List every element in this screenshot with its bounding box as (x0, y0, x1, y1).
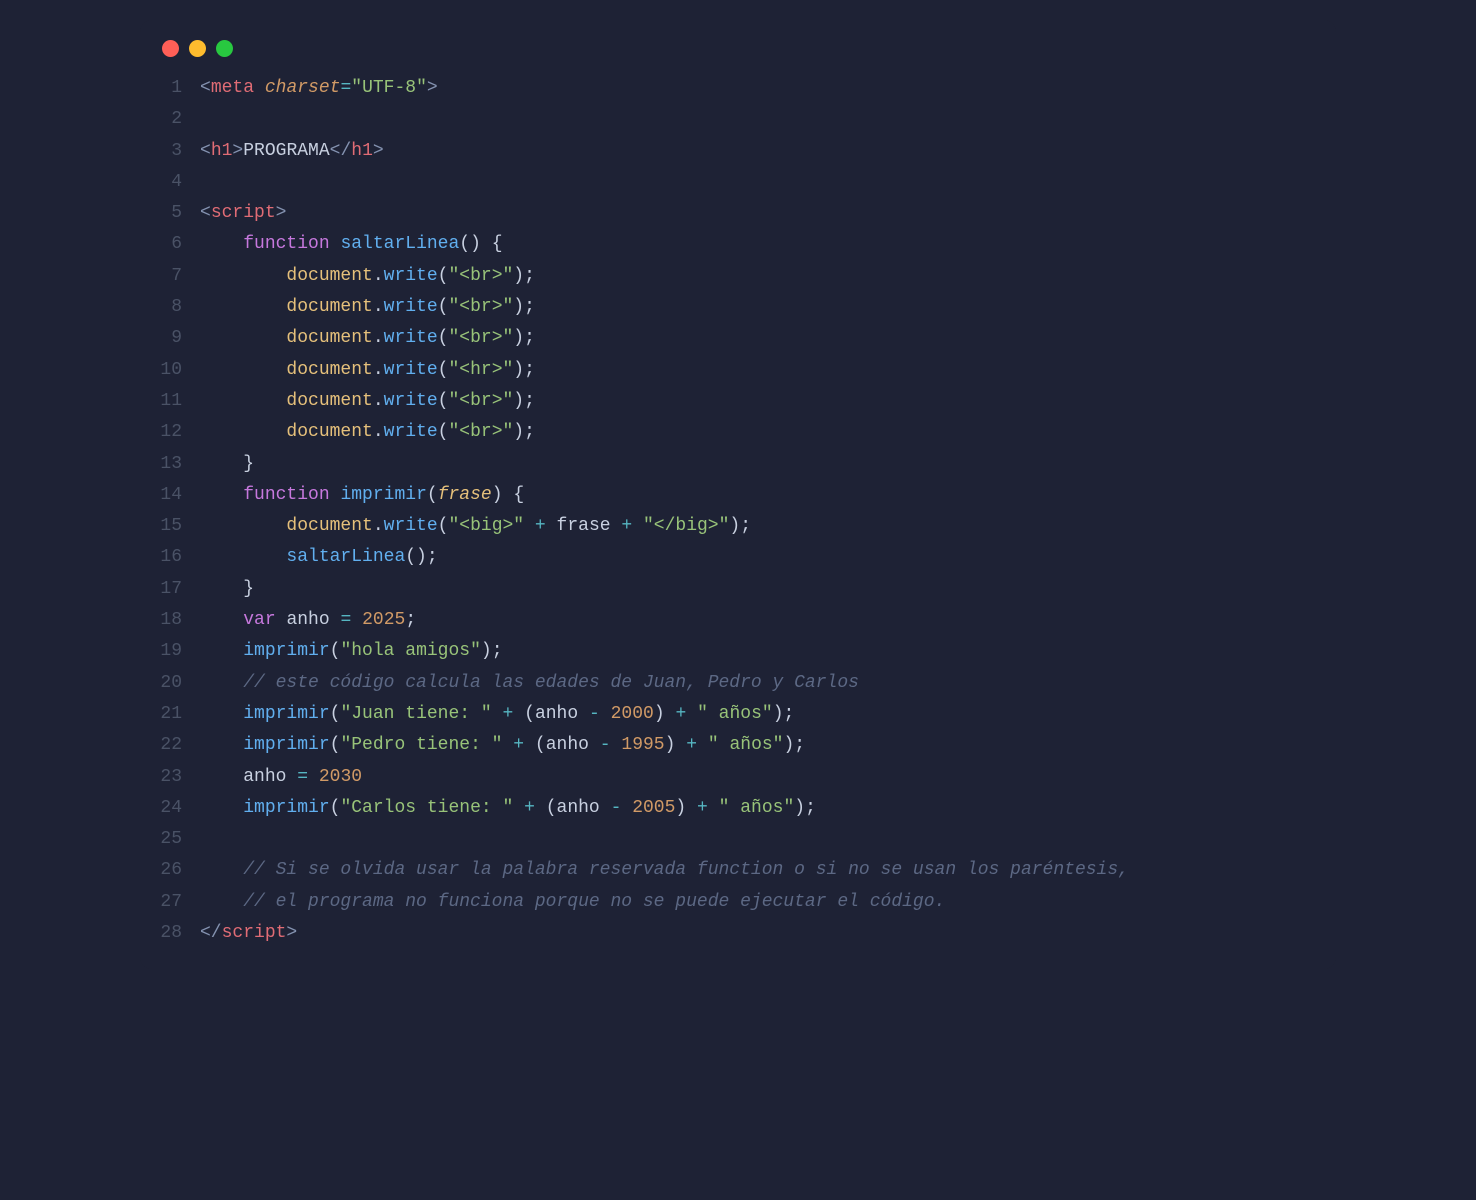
code-line[interactable]: var anho = 2025; (200, 605, 1129, 636)
code-line[interactable]: document.write("<br>"); (200, 323, 1129, 354)
line-number: 11 (148, 386, 182, 417)
code-line[interactable]: saltarLinea(); (200, 542, 1129, 573)
code-line[interactable]: document.write("<br>"); (200, 261, 1129, 292)
line-number: 18 (148, 605, 182, 636)
code-line[interactable]: // el programa no funciona porque no se … (200, 887, 1129, 918)
line-number: 26 (148, 855, 182, 886)
editor-window: 1 2 3 4 5 6 7 8 9 10 11 12 13 14 15 16 1… (140, 20, 1336, 969)
line-number: 23 (148, 762, 182, 793)
line-number: 9 (148, 323, 182, 354)
line-number: 6 (148, 229, 182, 260)
code-line[interactable]: document.write("<br>"); (200, 386, 1129, 417)
code-line[interactable]: </script> (200, 918, 1129, 949)
code-line[interactable]: <script> (200, 198, 1129, 229)
code-lines[interactable]: <meta charset="UTF-8"> <h1>PROGRAMA</h1>… (200, 73, 1129, 949)
line-number: 7 (148, 261, 182, 292)
line-number: 5 (148, 198, 182, 229)
close-icon[interactable] (162, 40, 179, 57)
line-number: 17 (148, 574, 182, 605)
code-line[interactable]: imprimir("hola amigos"); (200, 636, 1129, 667)
code-line[interactable]: document.write("<br>"); (200, 292, 1129, 323)
line-number: 15 (148, 511, 182, 542)
line-number: 10 (148, 355, 182, 386)
line-number: 2 (148, 104, 182, 135)
code-line[interactable]: imprimir("Pedro tiene: " + (anho - 1995)… (200, 730, 1129, 761)
line-number: 12 (148, 417, 182, 448)
code-line[interactable]: imprimir("Carlos tiene: " + (anho - 2005… (200, 793, 1129, 824)
line-number: 24 (148, 793, 182, 824)
code-line[interactable]: imprimir("Juan tiene: " + (anho - 2000) … (200, 699, 1129, 730)
zoom-icon[interactable] (216, 40, 233, 57)
line-number: 22 (148, 730, 182, 761)
code-line[interactable]: document.write("<big>" + frase + "</big>… (200, 511, 1129, 542)
line-number: 20 (148, 668, 182, 699)
code-line[interactable]: <h1>PROGRAMA</h1> (200, 136, 1129, 167)
code-line[interactable]: } (200, 449, 1129, 480)
line-number: 4 (148, 167, 182, 198)
line-number: 21 (148, 699, 182, 730)
minimize-icon[interactable] (189, 40, 206, 57)
code-line[interactable] (200, 104, 1129, 135)
line-gutter: 1 2 3 4 5 6 7 8 9 10 11 12 13 14 15 16 1… (140, 73, 200, 949)
code-line[interactable] (200, 167, 1129, 198)
window-titlebar (140, 20, 1336, 73)
line-number: 25 (148, 824, 182, 855)
code-line[interactable]: // este código calcula las edades de Jua… (200, 668, 1129, 699)
line-number: 13 (148, 449, 182, 480)
line-number: 16 (148, 542, 182, 573)
code-line[interactable]: <meta charset="UTF-8"> (200, 73, 1129, 104)
line-number: 14 (148, 480, 182, 511)
code-line[interactable]: function imprimir(frase) { (200, 480, 1129, 511)
code-area[interactable]: 1 2 3 4 5 6 7 8 9 10 11 12 13 14 15 16 1… (140, 73, 1336, 969)
line-number: 19 (148, 636, 182, 667)
code-line[interactable]: } (200, 574, 1129, 605)
line-number: 28 (148, 918, 182, 949)
code-line[interactable] (200, 824, 1129, 855)
code-line[interactable]: document.write("<hr>"); (200, 355, 1129, 386)
code-line[interactable]: function saltarLinea() { (200, 229, 1129, 260)
code-line[interactable]: // Si se olvida usar la palabra reservad… (200, 855, 1129, 886)
line-number: 27 (148, 887, 182, 918)
code-line[interactable]: anho = 2030 (200, 762, 1129, 793)
line-number: 3 (148, 136, 182, 167)
line-number: 8 (148, 292, 182, 323)
code-line[interactable]: document.write("<br>"); (200, 417, 1129, 448)
line-number: 1 (148, 73, 182, 104)
